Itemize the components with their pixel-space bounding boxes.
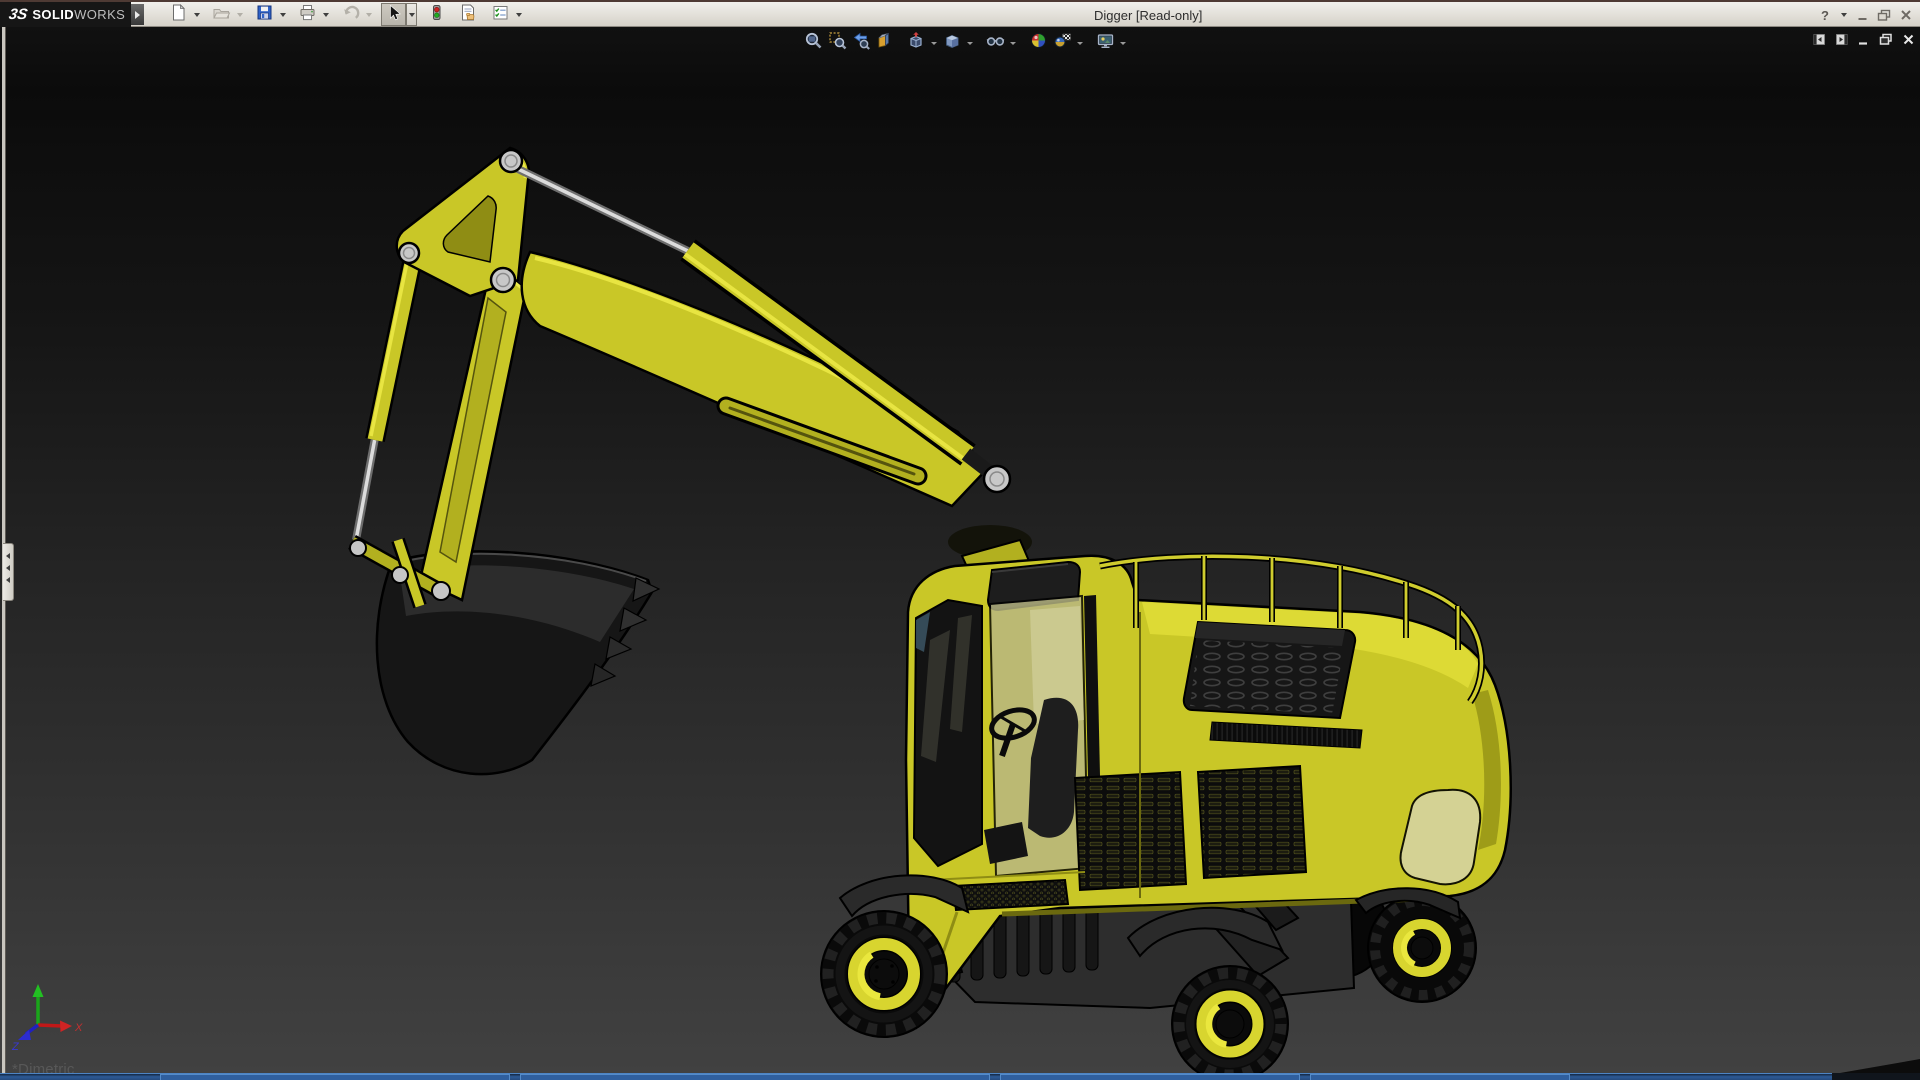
app-restore-button[interactable]	[1877, 8, 1892, 22]
view-orientation-dropdown[interactable]	[929, 32, 939, 54]
previous-view-button[interactable]	[850, 32, 872, 54]
previous-view-icon	[852, 31, 871, 55]
dipper-arm[interactable]	[418, 259, 528, 602]
collapse-arrow-icon	[6, 553, 10, 559]
appearance-ball-icon	[1029, 31, 1048, 55]
view-settings-icon	[1096, 31, 1115, 55]
triad-x-label: X	[74, 1022, 83, 1034]
taskbar-button[interactable]	[160, 1074, 510, 1080]
doc-minimize-button[interactable]	[1857, 33, 1870, 46]
undo-dropdown[interactable]	[363, 3, 374, 26]
traffic-light-icon	[427, 3, 446, 27]
view-orientation-button[interactable]	[905, 32, 927, 54]
doc-restore-button[interactable]	[1879, 33, 1893, 46]
zoom-to-area-button[interactable]	[826, 32, 848, 54]
rear-window	[1399, 788, 1482, 886]
feature-manager-collapsed-tab[interactable]	[3, 543, 14, 601]
view-orientation-label: *Dimetric	[12, 1061, 75, 1073]
rebuild-button[interactable]	[424, 3, 449, 26]
save-button[interactable]	[252, 3, 277, 26]
section-view-button[interactable]	[874, 32, 896, 54]
printer-icon	[298, 3, 317, 27]
view-settings-button[interactable]	[1094, 32, 1116, 54]
taskbar-button[interactable]	[520, 1074, 990, 1080]
collapse-arrow-icon	[6, 577, 10, 583]
zoom-to-area-icon	[828, 31, 847, 55]
select-tool-dropdown[interactable]	[406, 3, 417, 26]
new-document-button[interactable]	[166, 3, 191, 26]
taskbar-button[interactable]	[1000, 1074, 1300, 1080]
save-dropdown[interactable]	[277, 3, 288, 26]
display-style-button[interactable]	[941, 32, 963, 54]
pane-expand-left-button[interactable]	[1813, 33, 1826, 46]
excavator-model[interactable]: X Z	[0, 27, 1920, 1073]
file-properties-icon	[459, 3, 478, 27]
new-document-icon	[169, 3, 188, 27]
system-tray-edge	[1832, 1073, 1920, 1080]
options-dropdown[interactable]	[513, 3, 524, 26]
display-style-dropdown[interactable]	[965, 32, 975, 54]
cab-windshield	[912, 598, 983, 868]
solidworks-3s-glyph: 3S	[7, 6, 29, 23]
hide-show-items-button[interactable]	[984, 32, 1006, 54]
windows-taskbar-edge[interactable]	[0, 1073, 1920, 1080]
file-properties-button[interactable]	[456, 3, 481, 26]
main-toolbar	[166, 3, 524, 26]
help-dropdown[interactable]	[1838, 7, 1849, 23]
open-folder-icon	[212, 3, 231, 27]
orientation-triad[interactable]: X Z	[11, 984, 83, 1053]
triad-z-label: Z	[11, 1041, 20, 1053]
open-button[interactable]	[209, 3, 234, 26]
collapse-arrow-icon	[6, 565, 10, 571]
front-left-wheel[interactable]	[820, 910, 948, 1038]
zoom-to-fit-button[interactable]	[802, 32, 824, 54]
arm-hydraulic-cylinder[interactable]	[352, 255, 423, 541]
print-dropdown[interactable]	[320, 3, 331, 26]
options-checklist-icon	[491, 3, 510, 27]
select-tool-button[interactable]	[381, 3, 406, 26]
apply-scene-dropdown[interactable]	[1075, 32, 1085, 54]
eyeglasses-icon	[986, 31, 1005, 55]
title-bar: 3S SOLID WORKS Digger [Read-only] ?	[0, 0, 1920, 27]
hide-show-items-dropdown[interactable]	[1008, 32, 1018, 54]
front-right-wheel[interactable]	[1171, 965, 1289, 1073]
new-document-dropdown[interactable]	[191, 3, 202, 26]
brand-name-light: WORKS	[74, 7, 126, 22]
view-orientation-icon	[907, 31, 926, 55]
solidworks-logo: 3S SOLID WORKS	[0, 2, 131, 27]
print-button[interactable]	[295, 3, 320, 26]
app-close-button[interactable]	[1899, 8, 1913, 22]
view-settings-dropdown[interactable]	[1118, 32, 1128, 54]
step-grille	[951, 878, 1070, 912]
options-button[interactable]	[488, 3, 513, 26]
select-cursor-icon	[384, 3, 403, 27]
edit-appearance-button[interactable]	[1027, 32, 1049, 54]
open-dropdown[interactable]	[234, 3, 245, 26]
undo-button[interactable]	[338, 3, 363, 26]
heads-up-view-toolbar	[802, 31, 1128, 55]
brand-name-strong: SOLID	[32, 7, 75, 22]
window-controls: ?	[1819, 5, 1913, 25]
document-window-controls	[1813, 33, 1915, 46]
graphics-viewport[interactable]: X Z *Dimetric	[0, 27, 1920, 1073]
taskbar-button[interactable]	[1310, 1074, 1570, 1080]
apply-scene-icon	[1053, 31, 1072, 55]
pane-expand-right-button[interactable]	[1835, 33, 1848, 46]
apply-scene-button[interactable]	[1051, 32, 1073, 54]
zoom-to-fit-icon	[804, 31, 823, 55]
app-minimize-button[interactable]	[1856, 8, 1870, 22]
solidworks-app: { "window": { "title": "Digger [Read-onl…	[0, 0, 1920, 1080]
display-style-icon	[943, 31, 962, 55]
menu-flyout-arrow[interactable]	[131, 4, 144, 25]
section-view-icon	[876, 31, 895, 55]
help-button[interactable]: ?	[1819, 8, 1831, 23]
undo-icon	[341, 3, 360, 27]
save-floppy-icon	[255, 3, 274, 27]
window-title: Digger [Read-only]	[1094, 8, 1203, 23]
doc-close-button[interactable]	[1902, 33, 1915, 46]
